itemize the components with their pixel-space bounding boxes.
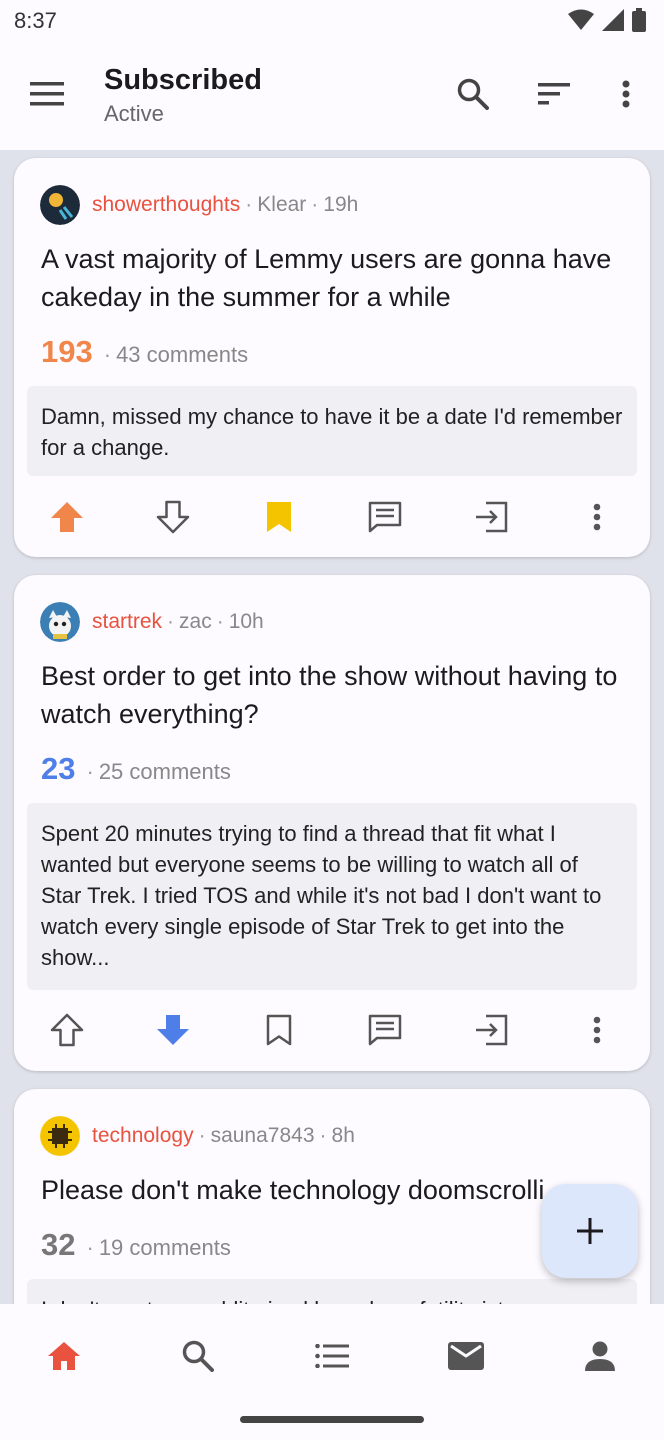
status-icons bbox=[568, 8, 646, 32]
community-avatar bbox=[40, 1116, 80, 1156]
page-subtitle: Active bbox=[104, 101, 164, 126]
comment-icon bbox=[368, 1014, 402, 1046]
more-vert-icon bbox=[593, 1016, 601, 1044]
post-meta: technology · sauna7843 · 8h bbox=[40, 1115, 355, 1157]
post-actions bbox=[14, 493, 650, 541]
comment-icon bbox=[368, 501, 402, 533]
nav-home[interactable] bbox=[32, 1324, 96, 1388]
separator: · bbox=[245, 193, 253, 216]
separator: · bbox=[216, 610, 224, 633]
top-app-bar: 8:37 Subscribed Active bbox=[0, 0, 664, 150]
status-time: 8:37 bbox=[14, 8, 57, 33]
post-more-button[interactable] bbox=[573, 493, 621, 541]
list-icon bbox=[315, 1344, 349, 1368]
save-button[interactable] bbox=[255, 1006, 303, 1054]
score-row: 23 · 25 comments bbox=[41, 751, 231, 787]
post-title[interactable]: A vast majority of Lemmy users are gonna… bbox=[41, 240, 621, 316]
separator: · bbox=[319, 1124, 327, 1147]
comments-button[interactable] bbox=[361, 1006, 409, 1054]
search-button[interactable] bbox=[449, 70, 497, 118]
post-age: 19h bbox=[323, 193, 359, 216]
menu-icon bbox=[30, 82, 64, 106]
open-in-icon bbox=[476, 1014, 508, 1046]
post-author[interactable]: zac bbox=[179, 610, 212, 634]
open-link-button[interactable] bbox=[467, 493, 515, 541]
signal-icon bbox=[602, 9, 624, 31]
separator: · bbox=[86, 1235, 94, 1260]
post-body-preview[interactable]: I don't want my reddit-sized bee-sharp f… bbox=[27, 1279, 637, 1304]
post-age: 8h bbox=[331, 1124, 355, 1147]
upvote-button[interactable] bbox=[43, 493, 91, 541]
post-score: 23 bbox=[41, 751, 76, 786]
open-link-button[interactable] bbox=[467, 1006, 515, 1054]
separator: · bbox=[86, 759, 94, 784]
upvote-button[interactable] bbox=[43, 1006, 91, 1054]
post-feed[interactable]: showerthoughts · Klear · 19h A vast majo… bbox=[0, 150, 664, 1304]
community-avatar bbox=[40, 185, 80, 225]
plus-icon bbox=[577, 1218, 603, 1244]
more-options-button[interactable] bbox=[602, 70, 650, 118]
sort-icon bbox=[538, 83, 570, 105]
community-avatar bbox=[40, 602, 80, 642]
arrow-up-icon bbox=[50, 1013, 84, 1047]
gesture-home-indicator bbox=[240, 1416, 424, 1423]
battery-icon bbox=[632, 8, 646, 32]
post-card[interactable]: showerthoughts · Klear · 19h A vast majo… bbox=[14, 158, 650, 557]
more-vert-icon bbox=[593, 503, 601, 531]
search-icon bbox=[182, 1340, 214, 1372]
comment-count[interactable]: 25 comments bbox=[99, 759, 231, 785]
nav-search[interactable] bbox=[166, 1324, 230, 1388]
post-actions bbox=[14, 1006, 650, 1054]
post-score: 32 bbox=[41, 1227, 76, 1262]
post-body-preview[interactable]: Spent 20 minutes trying to find a thread… bbox=[27, 803, 637, 990]
separator: · bbox=[103, 342, 112, 367]
separator: · bbox=[198, 1124, 206, 1147]
arrow-down-icon bbox=[157, 1015, 189, 1045]
post-author[interactable]: Klear bbox=[257, 193, 306, 217]
community-name[interactable]: startrek bbox=[92, 610, 162, 634]
separator: · bbox=[167, 610, 175, 633]
downvote-button[interactable] bbox=[149, 1006, 197, 1054]
home-icon bbox=[48, 1342, 80, 1370]
post-body-preview[interactable]: Damn, missed my chance to have it be a d… bbox=[27, 386, 637, 476]
post-score: 193 bbox=[41, 334, 93, 369]
post-more-button[interactable] bbox=[573, 1006, 621, 1054]
community-name[interactable]: technology bbox=[92, 1124, 194, 1148]
post-meta: startrek · zac · 10h bbox=[40, 601, 264, 643]
bottom-navigation bbox=[0, 1304, 664, 1440]
search-icon bbox=[457, 78, 489, 110]
post-meta: showerthoughts · Klear · 19h bbox=[40, 184, 358, 226]
arrow-up-icon bbox=[51, 502, 83, 532]
comment-count[interactable]: 19 comments bbox=[99, 1235, 231, 1261]
nav-profile[interactable] bbox=[568, 1324, 632, 1388]
mail-icon bbox=[448, 1342, 484, 1370]
score-row: 32 · 19 comments bbox=[41, 1227, 231, 1263]
bookmark-icon bbox=[266, 1014, 292, 1046]
post-age: 10h bbox=[228, 610, 264, 633]
comments-button[interactable] bbox=[361, 493, 409, 541]
separator: · bbox=[311, 193, 319, 216]
page-title: Subscribed bbox=[104, 64, 262, 96]
create-post-fab[interactable] bbox=[542, 1184, 638, 1278]
person-icon bbox=[585, 1341, 615, 1371]
menu-button[interactable] bbox=[23, 70, 71, 118]
open-in-icon bbox=[476, 501, 508, 533]
wifi-icon bbox=[568, 9, 594, 30]
screen: 8:37 Subscribed Active showerthoughts · … bbox=[0, 0, 664, 1440]
post-card[interactable]: startrek · zac · 10h Best order to get i… bbox=[14, 575, 650, 1071]
downvote-button[interactable] bbox=[149, 493, 197, 541]
community-name[interactable]: showerthoughts bbox=[92, 193, 240, 217]
nav-communities[interactable] bbox=[300, 1324, 364, 1388]
post-author[interactable]: sauna7843 bbox=[211, 1124, 315, 1148]
more-vert-icon bbox=[622, 80, 630, 108]
score-row: 193 · 43 comments bbox=[41, 334, 248, 370]
arrow-down-icon bbox=[156, 500, 190, 534]
save-button[interactable] bbox=[255, 493, 303, 541]
comment-count[interactable]: 43 comments bbox=[116, 342, 248, 368]
post-title[interactable]: Best order to get into the show without … bbox=[41, 657, 621, 733]
bookmark-icon bbox=[267, 502, 291, 532]
sort-button[interactable] bbox=[530, 70, 578, 118]
nav-inbox[interactable] bbox=[434, 1324, 498, 1388]
